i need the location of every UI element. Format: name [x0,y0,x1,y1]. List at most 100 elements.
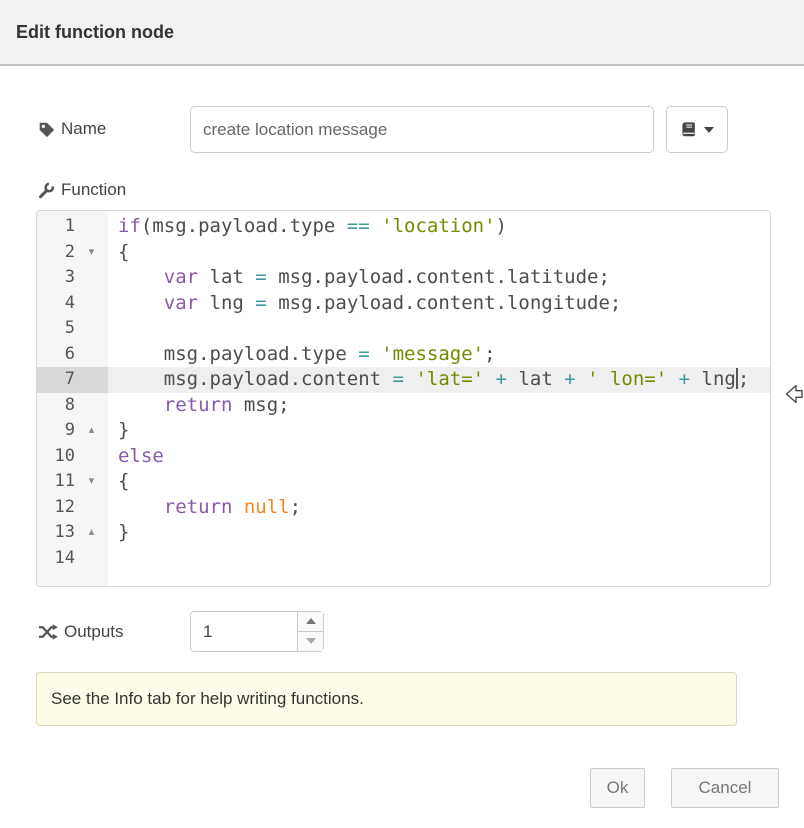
line-number: 9 [37,418,75,444]
gutter-cell: 4 [37,291,108,317]
spinner-up-button[interactable] [298,612,323,632]
gutter-cell: 2▾ [37,240,108,266]
code-text[interactable]: } [108,520,770,546]
line-number: 3 [37,265,75,291]
fold-spacer [75,214,108,240]
ok-button[interactable]: Ok [590,768,645,808]
code-text[interactable]: msg.payload.content = 'lat=' + lat + ' l… [108,367,770,393]
code-line[interactable]: 14 [37,546,770,572]
gutter-cell: 3 [37,265,108,291]
gutter-cell: 5 [37,316,108,342]
code-text[interactable]: return null; [108,495,770,521]
line-number: 13 [37,520,75,546]
code-text[interactable]: else [108,444,770,470]
code-line[interactable]: 11▾{ [37,469,770,495]
spinner-buttons [297,612,323,651]
dialog-header: Edit function node [0,0,804,66]
spinner-down-icon [306,638,316,644]
gutter-cell: 11▾ [37,469,108,495]
code-line[interactable]: 2▾{ [37,240,770,266]
code-line[interactable]: 1 if(msg.payload.type == 'location') [37,214,770,240]
line-number: 12 [37,495,75,521]
code-line[interactable]: 10 else [37,444,770,470]
code-lines: 1if(msg.payload.type == 'location')2▾{3 … [37,211,770,571]
ok-button-label: Ok [607,778,629,798]
shuffle-icon [38,624,58,640]
fold-spacer [75,444,108,470]
code-text[interactable]: var lat = msg.payload.content.latitude; [108,265,770,291]
code-line[interactable]: 3 var lat = msg.payload.content.latitude… [37,265,770,291]
code-line[interactable]: 7 msg.payload.content = 'lat=' + lat + '… [37,367,770,393]
gutter-cell: 14 [37,546,108,572]
dialog-title: Edit function node [16,0,174,64]
code-text[interactable]: var lng = msg.payload.content.longitude; [108,291,770,317]
code-line[interactable]: 4 var lng = msg.payload.content.longitud… [37,291,770,317]
fold-spacer [75,546,108,572]
dropdown-caret-icon [704,127,714,133]
fold-close-icon[interactable]: ▴ [75,418,108,444]
outputs-input[interactable] [191,612,297,651]
code-text[interactable]: { [108,240,770,266]
fold-open-icon[interactable]: ▾ [75,469,108,495]
code-text[interactable]: if(msg.payload.type == 'location') [108,214,770,240]
library-book-icon [680,121,698,139]
code-text[interactable] [108,546,770,572]
name-input[interactable] [190,106,654,153]
code-line[interactable]: 6 msg.payload.type = 'message'; [37,342,770,368]
code-text[interactable]: { [108,469,770,495]
line-number: 6 [37,342,75,368]
line-number: 8 [37,393,75,419]
outputs-label-text: Outputs [64,622,124,642]
gutter-cell: 13▴ [37,520,108,546]
function-label: Function [38,180,126,200]
gutter-cell: 9▴ [37,418,108,444]
code-line[interactable]: 5 [37,316,770,342]
gutter-cell: 10 [37,444,108,470]
line-number: 10 [37,444,75,470]
function-label-text: Function [61,180,126,200]
gutter-cell: 6 [37,342,108,368]
library-dropdown-button[interactable] [666,106,728,153]
spinner-up-icon [306,618,316,624]
code-text[interactable]: return msg; [108,393,770,419]
line-number: 1 [37,214,75,240]
gutter-cell: 8 [37,393,108,419]
function-code-editor[interactable]: 1if(msg.payload.type == 'location')2▾{3 … [36,210,771,587]
fold-spacer [75,495,108,521]
line-number: 5 [37,316,75,342]
cancel-button-label: Cancel [699,778,752,798]
line-number: 11 [37,469,75,495]
code-line[interactable]: 13▴} [37,520,770,546]
code-text[interactable]: msg.payload.type = 'message'; [108,342,770,368]
outputs-label: Outputs [38,622,124,642]
fold-spacer [75,265,108,291]
fold-open-icon[interactable]: ▾ [75,240,108,266]
fold-spacer [75,291,108,317]
gutter-cell: 12 [37,495,108,521]
form-tip-text: See the Info tab for help writing functi… [51,689,364,708]
wrench-icon [38,182,55,199]
name-label: Name [38,119,106,139]
spinner-down-button[interactable] [298,632,323,652]
line-number: 14 [37,546,75,572]
name-label-text: Name [61,119,106,139]
line-number: 7 [37,367,75,393]
code-text[interactable] [108,316,770,342]
code-line[interactable]: 8 return msg; [37,393,770,419]
mouse-pointer-icon [785,383,804,405]
code-text[interactable]: } [108,418,770,444]
line-number: 2 [37,240,75,266]
outputs-spinner [190,611,324,652]
form-tip: See the Info tab for help writing functi… [36,672,737,726]
fold-spacer [75,393,108,419]
fold-spacer [75,316,108,342]
line-number: 4 [37,291,75,317]
fold-spacer [75,342,108,368]
code-line[interactable]: 12 return null; [37,495,770,521]
fold-spacer [75,367,108,393]
gutter-cell: 1 [37,214,108,240]
fold-close-icon[interactable]: ▴ [75,520,108,546]
gutter-cell: 7 [37,367,108,393]
code-line[interactable]: 9▴} [37,418,770,444]
cancel-button[interactable]: Cancel [671,768,779,808]
